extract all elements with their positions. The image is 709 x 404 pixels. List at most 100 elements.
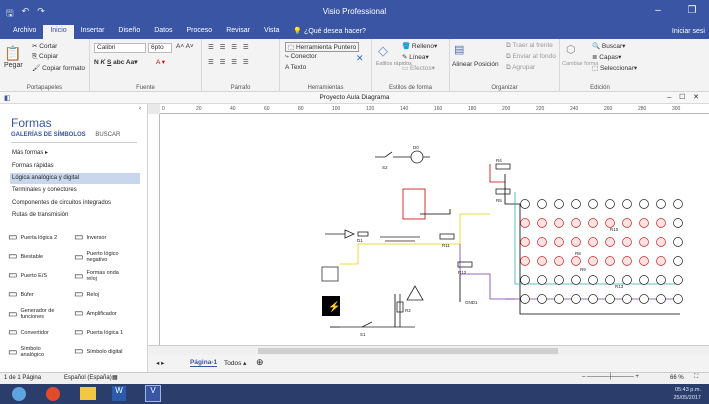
fill-button[interactable]: 🪣 Relleno▾ [402,42,437,50]
shape-item[interactable]: ▭ Reloj [74,289,128,300]
led-shape[interactable] [605,275,615,285]
led-shape[interactable] [537,294,547,304]
position-button[interactable]: Posición [474,61,499,68]
led-shape[interactable] [588,237,598,247]
visio-icon[interactable]: V [145,385,161,402]
justify-icons[interactable]: ☰ ☰ ☰ ☰ [208,58,251,66]
led-shape[interactable] [537,256,547,266]
start-icon[interactable] [12,387,26,401]
led-shape[interactable] [571,256,581,266]
led-shape[interactable] [656,256,666,266]
led-shape[interactable] [605,199,615,209]
macro-icon[interactable]: ▦ [112,374,118,381]
align-shapes-icon[interactable]: ▤ [454,43,464,56]
system-clock[interactable]: 05:43 p.m. 25/05/2017 [673,386,701,402]
led-shape[interactable] [554,199,564,209]
stencil-logica[interactable]: Lógica analógica y digital [10,173,140,184]
led-shape[interactable] [520,256,530,266]
fit-page-icon[interactable]: ⛶ [694,374,698,381]
doc-window-controls[interactable]: – ☐ ✕ [667,93,699,101]
led-shape[interactable] [622,237,632,247]
led-shape[interactable] [673,294,683,304]
led-shape[interactable] [554,275,564,285]
add-page-icon[interactable]: ⊕ [256,357,264,368]
all-pages-tab[interactable]: Todos ▴ [224,359,246,367]
stencil-componentes[interactable]: Componentes de circuitos integrados [10,198,140,209]
tab-datos[interactable]: Datos [147,25,179,39]
led-shape[interactable] [554,237,564,247]
led-shape[interactable] [520,237,530,247]
led-shape[interactable] [673,256,683,266]
sign-in-link[interactable]: Iniciar sesi [672,28,705,35]
led-shape[interactable] [520,218,530,228]
shape-item[interactable]: ▭ Símbolo digital [74,346,128,357]
more-shapes-item[interactable]: Más formas ▸ [10,148,140,159]
group-button[interactable]: ⧉ Agrupar [506,64,535,72]
quick-styles-icon[interactable]: ◇ [378,43,388,59]
send-back-button[interactable]: ⧉ Enviar al fondo [506,53,556,61]
function-generator-shape[interactable] [321,266,339,282]
font-name-select[interactable]: Calibri [94,43,146,53]
led-shape[interactable] [554,218,564,228]
connector-button[interactable]: ⤷ Conector [285,53,317,61]
led-shape[interactable] [622,218,632,228]
led-shape[interactable] [520,294,530,304]
word-icon[interactable]: W [112,386,126,401]
drawing-page[interactable]: ⚡ S2 D0 R4 R5 R11 R12 R10 R8 R9 R13 GND1… [160,114,709,350]
led-shape[interactable] [622,199,632,209]
led-shape[interactable] [520,199,530,209]
paste-button[interactable]: 📋 Pegar [4,45,23,69]
text-tool-button[interactable]: A Texto [285,64,306,71]
change-shape-icon[interactable]: ⬡ [566,43,576,56]
shape-item[interactable]: ▭ Generador de funciones [8,308,62,320]
shape-item[interactable]: ▭ Símbolo analógico [8,346,62,358]
pointer-tool-button[interactable]: ⬚ Herramienta Puntero [285,42,360,52]
led-shape[interactable] [571,275,581,285]
shape-item[interactable]: ▭ Puerta lógica 1 [74,327,128,338]
tab-vista[interactable]: Vista [257,25,286,39]
horizontal-scrollbar[interactable] [148,345,709,355]
folder-icon[interactable] [80,387,96,400]
led-shape[interactable] [605,237,615,247]
led-shape[interactable] [571,294,581,304]
layers-button[interactable]: ≣ Capas▾ [592,53,621,61]
scroll-thumb[interactable] [258,348,558,354]
grow-font-icon[interactable]: A˄ A˅ [176,43,194,50]
tab-proceso[interactable]: Proceso [180,25,220,39]
align-icons[interactable]: ☰ ☰ ☰ ☰ [208,43,251,51]
align-button[interactable]: Alinear [452,61,472,68]
led-shape[interactable] [656,237,666,247]
shape-item[interactable]: ▭ Puerto lógico negativo [74,251,128,263]
led-shape[interactable] [571,199,581,209]
shape-item[interactable]: ▭ Biestable [8,251,62,262]
led-shape[interactable] [656,199,666,209]
shape-item[interactable]: ▭ Formas onda reloj [74,270,128,282]
shape-item[interactable]: ▭ Puerto E/S [8,270,62,281]
tab-inicio[interactable]: Inicio [43,25,74,39]
led-shape[interactable] [639,256,649,266]
led-shape[interactable] [656,218,666,228]
led-shape[interactable] [588,256,598,266]
stencil-rutas[interactable]: Rutas de transmisión [10,210,140,221]
led-shape[interactable] [673,237,683,247]
bring-front-button[interactable]: ⧉ Traer al frente [506,42,553,50]
restore-icon[interactable]: ❐ [675,0,709,24]
led-shape[interactable] [622,275,632,285]
tab-page-1[interactable]: Página-1 [190,359,218,367]
led-shape[interactable] [537,275,547,285]
shape-item[interactable]: ▭ Puerta lógica 2 [8,232,62,243]
tab-archivo[interactable]: Archivo [6,25,43,39]
led-shape[interactable] [639,237,649,247]
search-tab[interactable]: BUSCAR [95,132,120,138]
font-size-select[interactable]: 6pto [148,43,172,53]
led-shape[interactable] [639,275,649,285]
tab-insertar[interactable]: Insertar [74,25,112,39]
led-shape[interactable] [605,294,615,304]
zoom-slider[interactable]: – ─────┼───── + [582,374,639,380]
close-icon[interactable]: ✕ [356,53,364,64]
led-shape[interactable] [639,218,649,228]
collapse-panel-icon[interactable]: ‹ [139,106,141,112]
led-shape[interactable] [588,199,598,209]
line-button[interactable]: ✎ Línea▾ [402,53,429,61]
tell-me-box[interactable]: 💡 ¿Qué desea hacer? [286,25,373,39]
